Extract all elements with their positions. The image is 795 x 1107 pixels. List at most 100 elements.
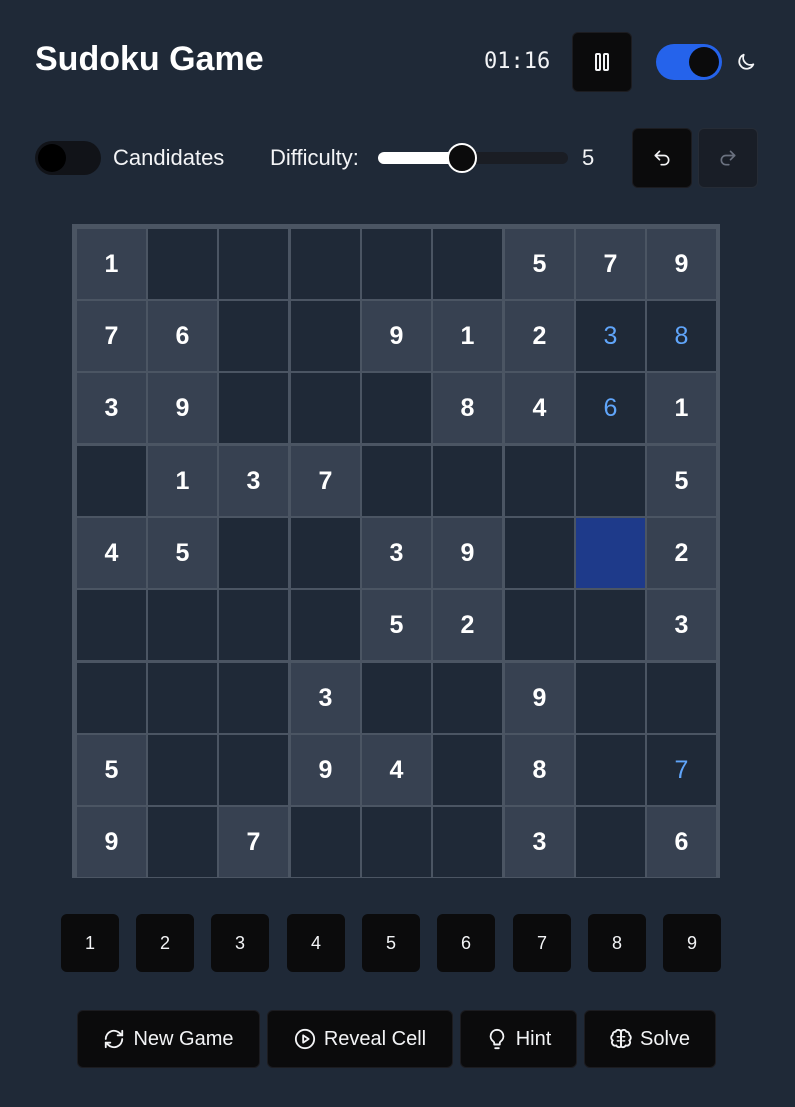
sudoku-cell[interactable]: 4	[505, 373, 574, 443]
sudoku-cell[interactable]: 8	[433, 373, 502, 443]
sudoku-cell[interactable]	[505, 518, 574, 588]
sudoku-cell[interactable]: 9	[647, 229, 716, 299]
sudoku-cell[interactable]	[291, 373, 360, 443]
sudoku-cell[interactable]	[291, 807, 360, 877]
numpad-button-8[interactable]: 8	[588, 914, 646, 972]
sudoku-cell[interactable]	[433, 663, 502, 733]
sudoku-cell[interactable]: 4	[77, 518, 146, 588]
sudoku-cell[interactable]	[576, 663, 645, 733]
pause-button[interactable]	[572, 32, 632, 92]
sudoku-cell[interactable]	[148, 807, 217, 877]
sudoku-cell[interactable]	[433, 229, 502, 299]
slider-thumb[interactable]	[447, 143, 477, 173]
sudoku-cell[interactable]	[291, 590, 360, 660]
sudoku-cell[interactable]	[219, 663, 288, 733]
sudoku-cell[interactable]: 7	[77, 301, 146, 371]
sudoku-cell[interactable]: 1	[77, 229, 146, 299]
sudoku-cell[interactable]	[362, 373, 431, 443]
sudoku-cell[interactable]: 6	[576, 373, 645, 443]
sudoku-cell[interactable]: 6	[647, 807, 716, 877]
sudoku-cell[interactable]: 3	[219, 446, 288, 516]
sudoku-cell[interactable]: 3	[362, 518, 431, 588]
sudoku-cell[interactable]: 9	[77, 807, 146, 877]
sudoku-cell[interactable]	[77, 663, 146, 733]
numpad-button-5[interactable]: 5	[362, 914, 420, 972]
sudoku-cell[interactable]	[433, 446, 502, 516]
sudoku-cell[interactable]	[505, 590, 574, 660]
sudoku-cell[interactable]	[148, 735, 217, 805]
sudoku-cell[interactable]	[219, 301, 288, 371]
sudoku-cell[interactable]	[576, 446, 645, 516]
sudoku-cell[interactable]: 3	[77, 373, 146, 443]
difficulty-slider[interactable]	[378, 143, 568, 173]
theme-toggle[interactable]	[656, 44, 722, 80]
reveal-cell-button[interactable]: Reveal Cell	[267, 1010, 453, 1068]
sudoku-cell[interactable]: 3	[505, 807, 574, 877]
sudoku-cell[interactable]	[647, 663, 716, 733]
candidates-toggle[interactable]	[35, 141, 101, 175]
sudoku-cell[interactable]: 9	[505, 663, 574, 733]
redo-button[interactable]	[698, 128, 758, 188]
sudoku-cell[interactable]: 9	[291, 735, 360, 805]
numpad-button-9[interactable]: 9	[663, 914, 721, 972]
sudoku-cell[interactable]: 4	[362, 735, 431, 805]
numpad-button-6[interactable]: 6	[437, 914, 495, 972]
sudoku-cell[interactable]	[77, 446, 146, 516]
sudoku-cell[interactable]: 6	[148, 301, 217, 371]
numpad-button-1[interactable]: 1	[61, 914, 119, 972]
sudoku-cell[interactable]	[148, 663, 217, 733]
sudoku-cell[interactable]: 1	[647, 373, 716, 443]
sudoku-cell[interactable]	[219, 373, 288, 443]
sudoku-cell[interactable]: 9	[362, 301, 431, 371]
sudoku-cell[interactable]: 5	[77, 735, 146, 805]
numpad-button-2[interactable]: 2	[136, 914, 194, 972]
sudoku-cell[interactable]: 5	[362, 590, 431, 660]
sudoku-cell[interactable]	[219, 229, 288, 299]
sudoku-cell[interactable]	[291, 229, 360, 299]
sudoku-cell[interactable]	[576, 807, 645, 877]
numpad-button-7[interactable]: 7	[513, 914, 571, 972]
new-game-button[interactable]: New Game	[77, 1010, 260, 1068]
sudoku-cell[interactable]: 3	[647, 590, 716, 660]
sudoku-cell[interactable]	[219, 735, 288, 805]
sudoku-cell[interactable]: 5	[505, 229, 574, 299]
solve-button[interactable]: Solve	[584, 1010, 716, 1068]
sudoku-cell[interactable]: 9	[148, 373, 217, 443]
sudoku-cell[interactable]: 7	[291, 446, 360, 516]
sudoku-cell[interactable]	[219, 518, 288, 588]
sudoku-cell[interactable]: 7	[647, 735, 716, 805]
sudoku-cell[interactable]: 3	[576, 301, 645, 371]
sudoku-cell[interactable]	[433, 735, 502, 805]
sudoku-cell[interactable]: 5	[148, 518, 217, 588]
sudoku-cell[interactable]	[148, 590, 217, 660]
sudoku-cell[interactable]: 2	[433, 590, 502, 660]
sudoku-cell[interactable]: 1	[148, 446, 217, 516]
sudoku-cell[interactable]	[576, 735, 645, 805]
sudoku-cell[interactable]	[362, 446, 431, 516]
sudoku-cell[interactable]	[576, 518, 645, 588]
sudoku-cell[interactable]	[362, 663, 431, 733]
sudoku-cell[interactable]	[576, 590, 645, 660]
sudoku-cell[interactable]: 5	[647, 446, 716, 516]
sudoku-cell[interactable]	[362, 807, 431, 877]
sudoku-cell[interactable]: 2	[505, 301, 574, 371]
sudoku-cell[interactable]: 7	[576, 229, 645, 299]
sudoku-cell[interactable]	[219, 590, 288, 660]
sudoku-cell[interactable]	[362, 229, 431, 299]
sudoku-cell[interactable]	[505, 446, 574, 516]
sudoku-cell[interactable]	[433, 807, 502, 877]
sudoku-cell[interactable]	[77, 590, 146, 660]
hint-button[interactable]: Hint	[460, 1010, 577, 1068]
sudoku-cell[interactable]	[148, 229, 217, 299]
sudoku-cell[interactable]: 1	[433, 301, 502, 371]
undo-button[interactable]	[632, 128, 692, 188]
numpad-button-4[interactable]: 4	[287, 914, 345, 972]
sudoku-cell[interactable]: 7	[219, 807, 288, 877]
sudoku-cell[interactable]: 8	[505, 735, 574, 805]
sudoku-cell[interactable]: 9	[433, 518, 502, 588]
numpad-button-3[interactable]: 3	[211, 914, 269, 972]
sudoku-cell[interactable]: 2	[647, 518, 716, 588]
sudoku-cell[interactable]	[291, 301, 360, 371]
sudoku-cell[interactable]: 3	[291, 663, 360, 733]
sudoku-cell[interactable]: 8	[647, 301, 716, 371]
